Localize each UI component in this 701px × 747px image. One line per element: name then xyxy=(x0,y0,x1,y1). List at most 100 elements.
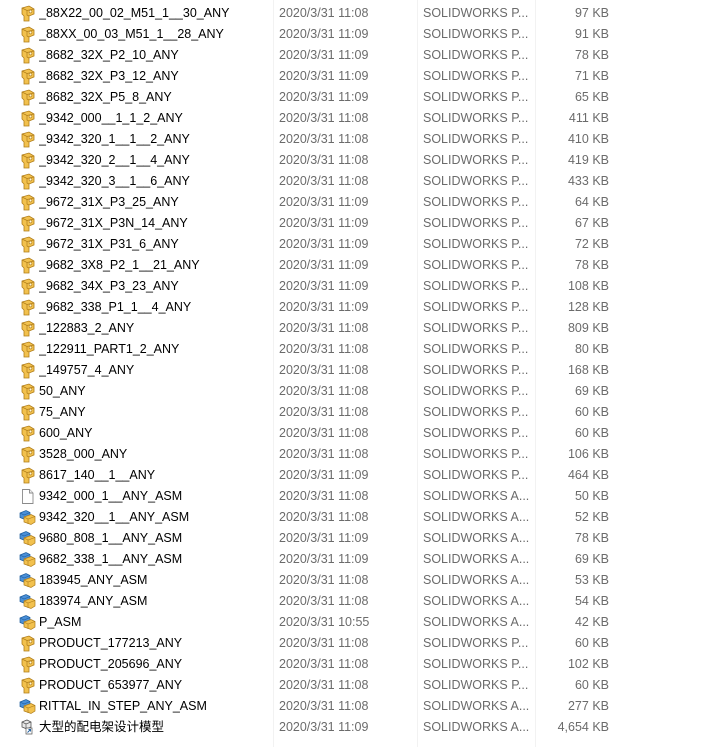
file-date-modified: 2020/3/31 11:09 xyxy=(279,552,369,566)
file-type: SOLIDWORKS P... xyxy=(423,90,529,104)
file-type: SOLIDWORKS P... xyxy=(423,468,529,482)
file-row[interactable]: _9342_320_1__1__2_ANY 2020/3/31 11:08 SO… xyxy=(0,129,701,150)
solidworks-part-icon xyxy=(19,26,36,43)
file-row[interactable]: 9682_338_1__ANY_ASM 2020/3/31 11:09 SOLI… xyxy=(0,549,701,570)
file-name: _9682_338_P1_1__4_ANY xyxy=(39,300,192,314)
solidworks-part-icon xyxy=(19,152,36,169)
solidworks-part-icon xyxy=(19,5,36,22)
file-date-modified: 2020/3/31 11:08 xyxy=(279,132,369,146)
solidworks-assembly-icon xyxy=(19,551,36,568)
file-name: 9342_000_1__ANY_ASM xyxy=(39,489,183,503)
file-name: _9342_000__1_1_2_ANY xyxy=(39,111,183,125)
file-row[interactable]: _88X22_00_02_M51_1__30_ANY 2020/3/31 11:… xyxy=(0,3,701,24)
file-row[interactable]: 9342_000_1__ANY_ASM 2020/3/31 11:08 SOLI… xyxy=(0,486,701,507)
file-type: SOLIDWORKS P... xyxy=(423,279,529,293)
file-row[interactable]: PRODUCT_205696_ANY 2020/3/31 11:08 SOLID… xyxy=(0,654,701,675)
file-type: SOLIDWORKS P... xyxy=(423,342,529,356)
file-row[interactable]: 75_ANY 2020/3/31 11:08 SOLIDWORKS P... 6… xyxy=(0,402,701,423)
solidworks-part-icon xyxy=(19,215,36,232)
file-type: SOLIDWORKS A... xyxy=(423,594,530,608)
file-type: SOLIDWORKS P... xyxy=(423,216,529,230)
file-name: P_ASM xyxy=(39,615,82,629)
file-row[interactable]: 183974_ANY_ASM 2020/3/31 11:08 SOLIDWORK… xyxy=(0,591,701,612)
file-name: _8682_32X_P3_12_ANY xyxy=(39,69,179,83)
file-date-modified: 2020/3/31 11:09 xyxy=(279,48,369,62)
file-row[interactable]: _122883_2_ANY 2020/3/31 11:08 SOLIDWORKS… xyxy=(0,318,701,339)
file-name: _88XX_00_03_M51_1__28_ANY xyxy=(39,27,224,41)
solidworks-part-icon xyxy=(19,320,36,337)
file-row[interactable]: _9342_320_2__1__4_ANY 2020/3/31 11:08 SO… xyxy=(0,150,701,171)
file-size: 277 KB xyxy=(567,699,609,713)
file-row[interactable]: P_ASM 2020/3/31 10:55 SOLIDWORKS A... 42… xyxy=(0,612,701,633)
file-row[interactable]: 600_ANY 2020/3/31 11:08 SOLIDWORKS P... … xyxy=(0,423,701,444)
file-row[interactable]: PRODUCT_177213_ANY 2020/3/31 11:08 SOLID… xyxy=(0,633,701,654)
file-name: 75_ANY xyxy=(39,405,86,419)
file-date-modified: 2020/3/31 11:08 xyxy=(279,489,369,503)
file-size: 106 KB xyxy=(567,447,609,461)
solidworks-assembly-icon xyxy=(19,530,36,547)
file-name: _9682_34X_P3_23_ANY xyxy=(39,279,179,293)
solidworks-assembly-icon xyxy=(19,572,36,589)
file-name: RITTAL_IN_STEP_ANY_ASM xyxy=(39,699,207,713)
solidworks-part-icon xyxy=(19,677,36,694)
file-type: SOLIDWORKS A... xyxy=(423,615,530,629)
file-type: SOLIDWORKS P... xyxy=(423,300,529,314)
solidworks-part-icon xyxy=(19,47,36,64)
file-row[interactable]: _122911_PART1_2_ANY 2020/3/31 11:08 SOLI… xyxy=(0,339,701,360)
file-row[interactable]: _9672_31X_P3N_14_ANY 2020/3/31 11:09 SOL… xyxy=(0,213,701,234)
file-date-modified: 2020/3/31 11:08 xyxy=(279,321,369,335)
file-date-modified: 2020/3/31 11:09 xyxy=(279,216,369,230)
file-row[interactable]: 3528_000_ANY 2020/3/31 11:08 SOLIDWORKS … xyxy=(0,444,701,465)
file-row[interactable]: _9672_31X_P31_6_ANY 2020/3/31 11:09 SOLI… xyxy=(0,234,701,255)
file-row[interactable]: 9342_320__1__ANY_ASM 2020/3/31 11:08 SOL… xyxy=(0,507,701,528)
file-size: 809 KB xyxy=(567,321,609,335)
file-row[interactable]: _9672_31X_P3_25_ANY 2020/3/31 11:09 SOLI… xyxy=(0,192,701,213)
file-type: SOLIDWORKS P... xyxy=(423,153,529,167)
file-row[interactable]: 8617_140__1__ANY 2020/3/31 11:09 SOLIDWO… xyxy=(0,465,701,486)
file-row[interactable]: RITTAL_IN_STEP_ANY_ASM 2020/3/31 11:08 S… xyxy=(0,696,701,717)
file-row[interactable]: 183945_ANY_ASM 2020/3/31 11:08 SOLIDWORK… xyxy=(0,570,701,591)
file-row[interactable]: PRODUCT_653977_ANY 2020/3/31 11:08 SOLID… xyxy=(0,675,701,696)
file-size: 78 KB xyxy=(574,258,609,272)
file-row[interactable]: _149757_4_ANY 2020/3/31 11:08 SOLIDWORKS… xyxy=(0,360,701,381)
file-row[interactable]: 9680_808_1__ANY_ASM 2020/3/31 11:09 SOLI… xyxy=(0,528,701,549)
file-size: 60 KB xyxy=(574,405,609,419)
file-row[interactable]: _9342_000__1_1_2_ANY 2020/3/31 11:08 SOL… xyxy=(0,108,701,129)
file-date-modified: 2020/3/31 11:09 xyxy=(279,90,369,104)
file-row[interactable]: _9682_34X_P3_23_ANY 2020/3/31 11:09 SOLI… xyxy=(0,276,701,297)
file-name: _9342_320_1__1__2_ANY xyxy=(39,132,190,146)
file-row[interactable]: 50_ANY 2020/3/31 11:08 SOLIDWORKS P... 6… xyxy=(0,381,701,402)
file-size: 411 KB xyxy=(568,111,609,125)
file-date-modified: 2020/3/31 11:08 xyxy=(279,447,369,461)
file-row[interactable]: _9682_338_P1_1__4_ANY 2020/3/31 11:09 SO… xyxy=(0,297,701,318)
file-row[interactable]: 大型的配电架设计模型 2020/3/31 11:09 SOLIDWORKS A.… xyxy=(0,717,701,738)
solidworks-part-icon xyxy=(19,89,36,106)
solidworks-part-icon xyxy=(19,131,36,148)
file-row[interactable]: _8682_32X_P3_12_ANY 2020/3/31 11:09 SOLI… xyxy=(0,66,701,87)
file-size: 419 KB xyxy=(567,153,609,167)
file-name: _9672_31X_P31_6_ANY xyxy=(39,237,179,251)
file-date-modified: 2020/3/31 11:08 xyxy=(279,699,369,713)
file-type: SOLIDWORKS P... xyxy=(423,6,529,20)
file-size: 464 KB xyxy=(567,468,609,482)
file-row[interactable]: _8682_32X_P5_8_ANY 2020/3/31 11:09 SOLID… xyxy=(0,87,701,108)
file-name: _88X22_00_02_M51_1__30_ANY xyxy=(39,6,230,20)
file-size: 54 KB xyxy=(574,594,609,608)
file-row[interactable]: _8682_32X_P2_10_ANY 2020/3/31 11:09 SOLI… xyxy=(0,45,701,66)
file-date-modified: 2020/3/31 11:09 xyxy=(279,195,369,209)
file-row[interactable]: _9342_320_3__1__6_ANY 2020/3/31 11:08 SO… xyxy=(0,171,701,192)
file-row[interactable]: _88XX_00_03_M51_1__28_ANY 2020/3/31 11:0… xyxy=(0,24,701,45)
file-type: SOLIDWORKS P... xyxy=(423,384,529,398)
file-name: 183945_ANY_ASM xyxy=(39,573,148,587)
file-date-modified: 2020/3/31 11:08 xyxy=(279,426,369,440)
solidworks-part-icon xyxy=(19,257,36,274)
file-type: SOLIDWORKS A... xyxy=(423,531,530,545)
file-type: SOLIDWORKS P... xyxy=(423,174,529,188)
file-date-modified: 2020/3/31 11:08 xyxy=(279,384,369,398)
file-size: 108 KB xyxy=(567,279,609,293)
file-name: 大型的配电架设计模型 xyxy=(39,720,165,734)
solidworks-part-icon xyxy=(19,236,36,253)
file-date-modified: 2020/3/31 11:08 xyxy=(279,636,369,650)
solidworks-part-icon xyxy=(19,362,36,379)
file-row[interactable]: _9682_3X8_P2_1__21_ANY 2020/3/31 11:09 S… xyxy=(0,255,701,276)
